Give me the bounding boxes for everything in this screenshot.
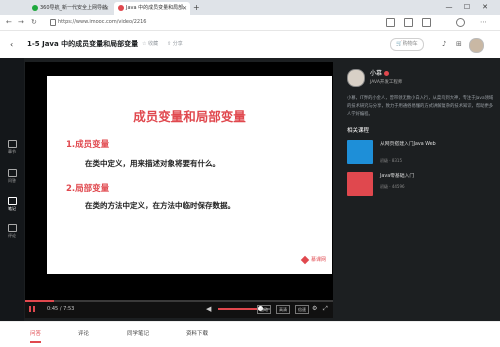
reading-view-icon[interactable]	[386, 18, 395, 27]
tab-2-label: Java 中的成员变量和局部	[126, 5, 184, 11]
course-info-2: 初级 · 44596	[380, 184, 405, 189]
comment-icon	[7, 224, 17, 232]
progress-bar[interactable]	[25, 300, 333, 302]
sidebar-item-qa[interactable]: 问答	[0, 169, 24, 184]
watermark: 慕课网	[300, 255, 327, 264]
teacher-panel: 小慕 JAVA开发工程师 小慕，IT界的小金人，曾带领无数小白入行，从菜鸟到大神…	[340, 62, 500, 320]
new-tab-icon[interactable]: +	[193, 2, 200, 13]
sidebar-label-comment: 评论	[8, 233, 16, 238]
verified-badge-icon	[384, 71, 390, 76]
slide-heading-member: 1.成员变量	[66, 140, 110, 150]
refresh-icon[interactable]: ↻	[31, 17, 37, 28]
course-count-2: 44596	[391, 184, 405, 189]
teacher-name-row[interactable]: 小慕	[370, 70, 390, 77]
related-heading: 相关课程	[347, 128, 370, 134]
grid-icon[interactable]: ⊞	[456, 41, 462, 48]
course-level-2: 初级	[380, 184, 388, 189]
profile-icon[interactable]	[456, 18, 465, 27]
lock-icon	[50, 19, 56, 26]
share-label: 分享	[172, 41, 183, 47]
tab-downloads[interactable]: 资料下载	[186, 330, 208, 338]
course-info-1: 初级 · 8315	[380, 158, 403, 163]
slide-title: 成员变量和局部变量	[133, 109, 246, 124]
favorites-icon[interactable]	[404, 18, 413, 27]
sidebar-label-qa: 问答	[8, 178, 16, 183]
sidebar-item-chapter[interactable]: 章节	[0, 140, 24, 155]
tab-qa[interactable]: 问答	[30, 330, 42, 343]
slide-text-local: 在类的方法中定义，在方法中临时保存数据。	[85, 201, 235, 210]
forward-nav-icon[interactable]: →	[18, 17, 24, 28]
course-count-1: 8315	[391, 158, 403, 163]
tab-strip: 360导航_新一代安全上网导航 ✕ Java 中的成员变量和局部 ✕ + — ☐…	[0, 0, 500, 15]
back-nav-icon[interactable]: ←	[6, 17, 12, 28]
watermark-text: 慕课网	[311, 257, 327, 263]
favicon-360-icon	[32, 4, 38, 11]
bottom-tabs: 问答 评论 同学笔记 资料下载	[0, 321, 500, 347]
user-avatar[interactable]	[469, 38, 484, 53]
teacher-title: JAVA开发工程师	[370, 80, 403, 85]
browser-tab-2[interactable]: Java 中的成员变量和局部 ✕	[114, 2, 190, 15]
url-field[interactable]: https://www.imooc.com/video/2216	[58, 18, 146, 27]
player-controls: 0:45 / 7:53 ◀ 自动 高清 倍速 ⚙ ⤢	[25, 300, 333, 318]
collections-icon[interactable]	[422, 18, 431, 27]
related-course-1[interactable]: 从网页搭建入门Java Web 初级 · 8315	[347, 140, 497, 165]
tab-2-close-icon[interactable]: ✕	[182, 2, 187, 15]
cart-label: 购物车	[402, 41, 418, 47]
qa-icon	[7, 169, 17, 177]
slide-text-member: 在类中定义，用来描述对象将要有什么。	[85, 159, 220, 168]
sidebar-item-note[interactable]: 笔记	[0, 197, 24, 212]
progress-fill	[25, 300, 55, 302]
cart-button[interactable]: 🛒购物车	[390, 38, 424, 51]
tab-notes[interactable]: 同学笔记	[127, 330, 149, 338]
collect-label: 收藏	[148, 41, 159, 47]
slide-heading-local: 2.局部变量	[66, 184, 110, 194]
fullscreen-icon[interactable]: ⤢	[323, 305, 328, 313]
teacher-description: 小慕，IT界的小金人，曾带领无数小白入行，从菜鸟到大神，专注于Java领域的技术…	[347, 96, 494, 117]
tab-comments[interactable]: 评论	[78, 330, 89, 338]
time-display: 0:45 / 7:53	[47, 306, 75, 312]
course-thumbnail-1	[347, 140, 373, 164]
tab-1-label: 360导航_新一代安全上网导航	[40, 5, 108, 11]
quality-button[interactable]: 高清	[276, 305, 290, 314]
note-icon	[7, 197, 17, 205]
bell-icon[interactable]: ♪	[442, 41, 446, 48]
tab-1-close-icon[interactable]: ✕	[104, 2, 109, 15]
address-bar: ← → ↻ https://www.imooc.com/video/2216 ⋯	[0, 15, 500, 31]
speed-button[interactable]: 倍速	[295, 305, 309, 314]
maximize-icon[interactable]: ☐	[460, 1, 474, 13]
teacher-name: 小慕	[370, 70, 383, 77]
volume-icon[interactable]: ◀	[206, 305, 211, 313]
imooc-logo-icon	[300, 255, 310, 264]
chapter-icon	[7, 140, 17, 148]
page-title: 1-5 Java 中的成员变量和局部变量	[27, 40, 139, 48]
course-level-1: 初级	[380, 158, 388, 163]
close-window-icon[interactable]: ✕	[478, 1, 492, 13]
more-menu-icon[interactable]: ⋯	[480, 17, 487, 28]
browser-window: 360导航_新一代安全上网导航 ✕ Java 中的成员变量和局部 ✕ + — ☐…	[0, 0, 500, 347]
course-name-1: 从网页搭建入门Java Web	[380, 142, 436, 147]
sidebar-label-note: 笔记	[8, 206, 16, 211]
settings-icon[interactable]: ⚙	[312, 305, 317, 313]
sidebar-label-chapter: 章节	[8, 149, 16, 154]
related-course-2[interactable]: Java零基础入门 初级 · 44596	[347, 172, 497, 197]
course-thumbnail-2	[347, 172, 373, 196]
minimize-icon[interactable]: —	[442, 1, 456, 13]
lecture-slide: 成员变量和局部变量 1.成员变量 在类中定义，用来描述对象将要有什么。 2.局部…	[47, 76, 332, 274]
teacher-avatar[interactable]	[347, 69, 365, 87]
favicon-imooc-icon	[118, 4, 124, 11]
sidebar-item-comment[interactable]: 评论	[0, 224, 24, 239]
auto-button[interactable]: 自动	[257, 305, 271, 314]
browser-tab-1[interactable]: 360导航_新一代安全上网导航 ✕	[28, 2, 112, 15]
share-button[interactable]: ⇪ 分享	[167, 41, 183, 48]
course-header: ‹ 1-5 Java 中的成员变量和局部变量 ☆ 收藏 ⇪ 分享 🛒购物车 ♪ …	[0, 31, 500, 59]
course-name-2: Java零基础入门	[380, 174, 415, 179]
collect-button[interactable]: ☆ 收藏	[142, 41, 158, 48]
volume-fill	[218, 308, 260, 310]
pause-icon[interactable]	[29, 306, 35, 312]
left-sidebar: 章节 问答 笔记 评论	[0, 58, 24, 321]
back-arrow-icon[interactable]: ‹	[10, 40, 13, 49]
